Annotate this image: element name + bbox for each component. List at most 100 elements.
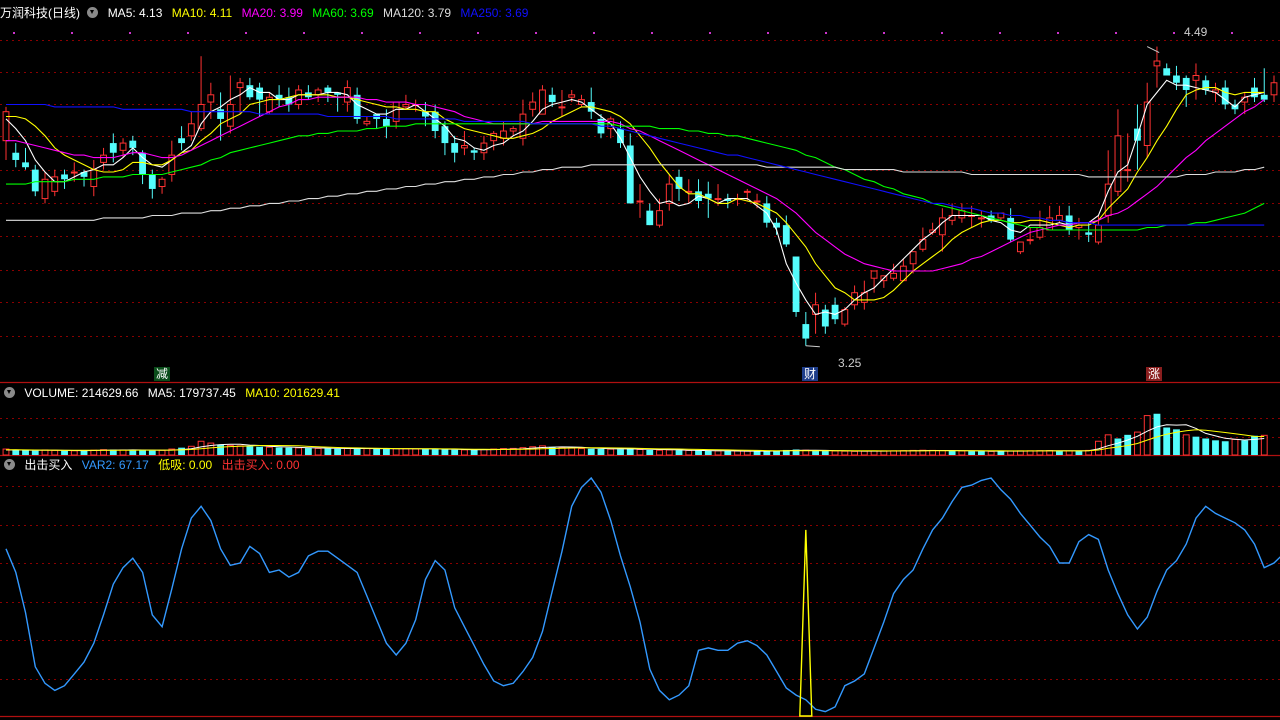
candle-body — [1124, 169, 1132, 172]
ma-line-ma5 — [5, 79, 1265, 316]
volume-bar — [1182, 434, 1190, 456]
volume-bar — [51, 449, 59, 456]
candle-body — [1016, 241, 1024, 253]
indicator-name: 出击买入 — [24, 458, 73, 472]
candle-body — [1085, 232, 1093, 235]
volume-bar — [1163, 427, 1171, 455]
candle-body — [295, 89, 303, 105]
volume-bar — [1241, 440, 1249, 455]
candle-body — [139, 152, 146, 175]
volume-bar — [22, 450, 29, 455]
marker-dot — [187, 32, 189, 34]
candle-body — [226, 103, 234, 127]
low-marker-line — [805, 345, 820, 348]
marker-dot — [825, 32, 827, 34]
marker-dot — [13, 32, 15, 34]
volume-bar — [480, 449, 488, 456]
volume-bar — [1251, 435, 1258, 455]
volume-bar — [334, 448, 342, 455]
volume-bar — [178, 447, 185, 455]
volume-bar — [324, 448, 332, 455]
volume-bar — [1153, 413, 1161, 455]
volume-bar — [656, 449, 663, 456]
tag-zhang[interactable]: 涨 — [1146, 367, 1163, 381]
volume-bar — [977, 451, 985, 455]
legend-ma120: MA120: 3.79 — [383, 6, 452, 20]
volume-bar — [470, 449, 478, 455]
candle-body — [207, 94, 215, 103]
candle-body — [714, 198, 722, 201]
volume-bar — [295, 447, 303, 456]
candle-body — [178, 138, 185, 144]
volume-bar — [968, 451, 976, 455]
high-price-label: 4.49 — [1184, 25, 1208, 39]
volume-bar — [451, 449, 459, 455]
marker-dot — [245, 32, 247, 34]
ma-line-ma60 — [6, 123, 1265, 231]
volume-bar — [236, 445, 244, 456]
volume-bar — [158, 449, 166, 456]
candle-body — [539, 89, 546, 115]
volume-bar — [80, 450, 88, 455]
candle-body — [870, 270, 878, 279]
volume-bar — [646, 449, 654, 455]
candle-body — [109, 143, 117, 153]
chevron-down-icon[interactable] — [4, 387, 15, 398]
volume-bar — [558, 447, 566, 456]
volume-bar — [441, 449, 449, 455]
candle-body — [500, 130, 507, 139]
marker-dot — [1231, 32, 1233, 34]
indicator-buy: 出击买入: 0.00 — [221, 458, 300, 472]
chart-title: 万润科技(日线) — [0, 6, 80, 20]
volume-bar — [382, 449, 390, 455]
chevron-down-icon[interactable] — [4, 459, 15, 470]
marker-dot — [361, 32, 363, 34]
volume-bar — [61, 450, 68, 455]
candle-body — [568, 94, 576, 98]
volume-ma10: MA10: 201629.41 — [245, 386, 340, 400]
volume-bar — [695, 450, 702, 455]
candle-body — [1153, 60, 1161, 67]
candle-body — [451, 143, 459, 153]
volume-bar — [422, 449, 429, 455]
candle-body — [743, 190, 751, 193]
indicator-low: 低吸: 0.00 — [158, 458, 213, 472]
ma-line-ma20 — [6, 96, 1265, 272]
tag-cai[interactable]: 财 — [802, 367, 819, 381]
candle-body — [753, 200, 761, 203]
legend-ma20: MA20: 3.99 — [241, 6, 303, 20]
volume-bar — [461, 449, 468, 456]
volume-bar — [256, 446, 264, 455]
legend-ma250: MA250: 3.69 — [460, 6, 529, 20]
candle-body — [1173, 75, 1180, 83]
volume-bar — [129, 450, 137, 455]
candle-body — [646, 210, 654, 226]
chevron-down-icon[interactable] — [87, 7, 99, 18]
candle-body — [90, 169, 98, 188]
tag-jian[interactable]: 减 — [154, 367, 171, 381]
candle-body — [324, 87, 332, 93]
volume-bar — [304, 448, 312, 455]
legend-ma60: MA60: 3.69 — [312, 6, 374, 20]
volume-bar — [265, 446, 273, 456]
candle-body — [509, 128, 517, 132]
legend-ma10: MA10: 4.11 — [171, 6, 233, 20]
volume-bar — [314, 447, 322, 456]
volume-bar — [187, 445, 195, 456]
volume-bar — [821, 450, 829, 455]
volume-bar — [392, 448, 400, 456]
volume-bar — [597, 448, 605, 455]
volume-bar — [626, 448, 634, 455]
indicator-var2: VAR2: 67.17 — [81, 458, 149, 472]
candle-body — [217, 109, 224, 119]
candle-body — [617, 128, 624, 144]
legend-ma5: MA5: 4.13 — [107, 6, 163, 20]
candle-body — [363, 120, 371, 125]
candle-body — [909, 251, 917, 265]
volume-bar — [578, 448, 585, 456]
var2-line — [5, 476, 1280, 713]
candle-body — [792, 256, 800, 313]
marker-dot — [477, 32, 479, 34]
candle-body — [1270, 82, 1278, 96]
marker-dot — [129, 32, 131, 34]
